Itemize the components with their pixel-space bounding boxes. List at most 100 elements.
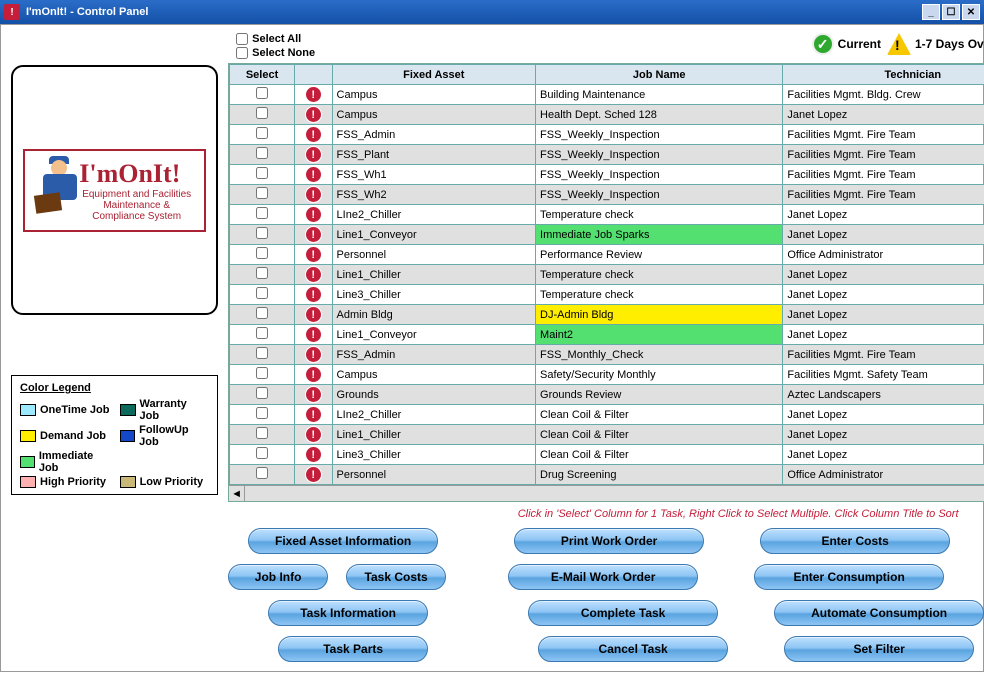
technician-cell[interactable]: Facilities Mgmt. Fire Team [783,185,984,205]
table-row[interactable]: !CampusBuilding MaintenanceFacilities Mg… [230,85,984,105]
cancel-task-button[interactable]: Cancel Task [538,636,728,662]
technician-cell[interactable]: Janet Lopez [783,105,984,125]
close-button[interactable]: ✕ [962,4,980,20]
scroll-left-icon[interactable]: ◄ [229,486,245,501]
job-cell[interactable]: Grounds Review [536,385,783,405]
asset-cell[interactable]: FSS_Wh1 [332,165,536,185]
select-cell[interactable] [230,305,295,325]
table-row[interactable]: !Line1_ConveyorImmediate Job SparksJanet… [230,225,984,245]
task-costs-button[interactable]: Task Costs [346,564,446,590]
select-cell[interactable] [230,245,295,265]
job-cell[interactable]: FSS_Weekly_Inspection [536,165,783,185]
asset-cell[interactable]: Line1_Chiller [332,265,536,285]
row-checkbox[interactable] [256,307,268,319]
job-cell[interactable]: Clean Coil & Filter [536,405,783,425]
asset-cell[interactable]: Grounds [332,385,536,405]
technician-cell[interactable]: Office Administrator [783,465,984,485]
technician-cell[interactable]: Facilities Mgmt. Fire Team [783,125,984,145]
job-cell[interactable]: Building Maintenance [536,85,783,105]
complete-task-button[interactable]: Complete Task [528,600,718,626]
technician-cell[interactable]: Janet Lopez [783,425,984,445]
technician-cell[interactable]: Janet Lopez [783,305,984,325]
col-header-asset[interactable]: Fixed Asset [332,65,536,85]
select-cell[interactable] [230,165,295,185]
row-checkbox[interactable] [256,187,268,199]
job-cell[interactable]: Immediate Job Sparks [536,225,783,245]
table-row[interactable]: !Line1_ChillerTemperature checkJanet Lop… [230,265,984,285]
row-checkbox[interactable] [256,227,268,239]
table-row[interactable]: !Line3_ChillerTemperature checkJanet Lop… [230,285,984,305]
select-cell[interactable] [230,85,295,105]
select-cell[interactable] [230,205,295,225]
job-cell[interactable]: Temperature check [536,205,783,225]
technician-cell[interactable]: Facilities Mgmt. Fire Team [783,345,984,365]
job-cell[interactable]: Drug Screening [536,465,783,485]
technician-cell[interactable]: Janet Lopez [783,445,984,465]
table-row[interactable]: !GroundsGrounds ReviewAztec Landscapers0… [230,385,984,405]
job-cell[interactable]: Safety/Security Monthly [536,365,783,385]
table-row[interactable]: !LIne2_ChillerClean Coil & FilterJanet L… [230,405,984,425]
technician-cell[interactable]: Aztec Landscapers [783,385,984,405]
select-cell[interactable] [230,225,295,245]
row-checkbox[interactable] [256,427,268,439]
row-checkbox[interactable] [256,247,268,259]
table-row[interactable]: !CampusHealth Dept. Sched 128Janet Lopez… [230,105,984,125]
col-header-select[interactable]: Select [230,65,295,85]
row-checkbox[interactable] [256,327,268,339]
select-cell[interactable] [230,265,295,285]
asset-cell[interactable]: Personnel [332,245,536,265]
select-cell[interactable] [230,345,295,365]
asset-cell[interactable]: Line3_Chiller [332,445,536,465]
select-cell[interactable] [230,465,295,485]
asset-cell[interactable]: Line1_Conveyor [332,325,536,345]
technician-cell[interactable]: Janet Lopez [783,205,984,225]
row-checkbox[interactable] [256,207,268,219]
asset-cell[interactable]: LIne2_Chiller [332,405,536,425]
asset-cell[interactable]: Line1_Conveyor [332,225,536,245]
print-work-order-button[interactable]: Print Work Order [514,528,704,554]
row-checkbox[interactable] [256,447,268,459]
technician-cell[interactable]: Facilities Mgmt. Bldg. Crew [783,85,984,105]
col-header-job[interactable]: Job Name [536,65,783,85]
row-checkbox[interactable] [256,347,268,359]
job-cell[interactable]: DJ-Admin Bldg [536,305,783,325]
row-checkbox[interactable] [256,267,268,279]
job-cell[interactable]: Temperature check [536,285,783,305]
col-header-icon[interactable] [294,65,332,85]
table-row[interactable]: !FSS_AdminFSS_Weekly_InspectionFacilitie… [230,125,984,145]
select-cell[interactable] [230,105,295,125]
asset-cell[interactable]: FSS_Admin [332,345,536,365]
select-cell[interactable] [230,385,295,405]
table-row[interactable]: !LIne2_ChillerTemperature checkJanet Lop… [230,205,984,225]
select-cell[interactable] [230,405,295,425]
select-cell[interactable] [230,125,295,145]
email-work-order-button[interactable]: E-Mail Work Order [508,564,698,590]
table-row[interactable]: !Admin BldgDJ-Admin BldgJanet Lopez03-23… [230,305,984,325]
technician-cell[interactable]: Janet Lopez [783,265,984,285]
asset-cell[interactable]: Personnel [332,465,536,485]
enter-costs-button[interactable]: Enter Costs [760,528,950,554]
horizontal-scrollbar[interactable]: ◄ [229,485,984,501]
job-cell[interactable]: FSS_Weekly_Inspection [536,125,783,145]
maximize-button[interactable]: ☐ [942,4,960,20]
set-filter-button[interactable]: Set Filter [784,636,974,662]
col-header-tech[interactable]: Technician [783,65,984,85]
job-cell[interactable]: Temperature check [536,265,783,285]
select-cell[interactable] [230,365,295,385]
select-cell[interactable] [230,185,295,205]
select-cell[interactable] [230,325,295,345]
technician-cell[interactable]: Facilities Mgmt. Fire Team [783,165,984,185]
asset-cell[interactable]: Campus [332,105,536,125]
row-checkbox[interactable] [256,367,268,379]
row-checkbox[interactable] [256,127,268,139]
minimize-button[interactable]: _ [922,4,940,20]
technician-cell[interactable]: Facilities Mgmt. Fire Team [783,145,984,165]
asset-cell[interactable]: FSS_Admin [332,125,536,145]
task-grid[interactable]: Select Fixed Asset Job Name Technician D… [228,63,984,502]
task-parts-button[interactable]: Task Parts [278,636,428,662]
asset-cell[interactable]: Campus [332,85,536,105]
asset-cell[interactable]: Admin Bldg [332,305,536,325]
row-checkbox[interactable] [256,107,268,119]
fixed-asset-info-button[interactable]: Fixed Asset Information [248,528,438,554]
select-cell[interactable] [230,425,295,445]
